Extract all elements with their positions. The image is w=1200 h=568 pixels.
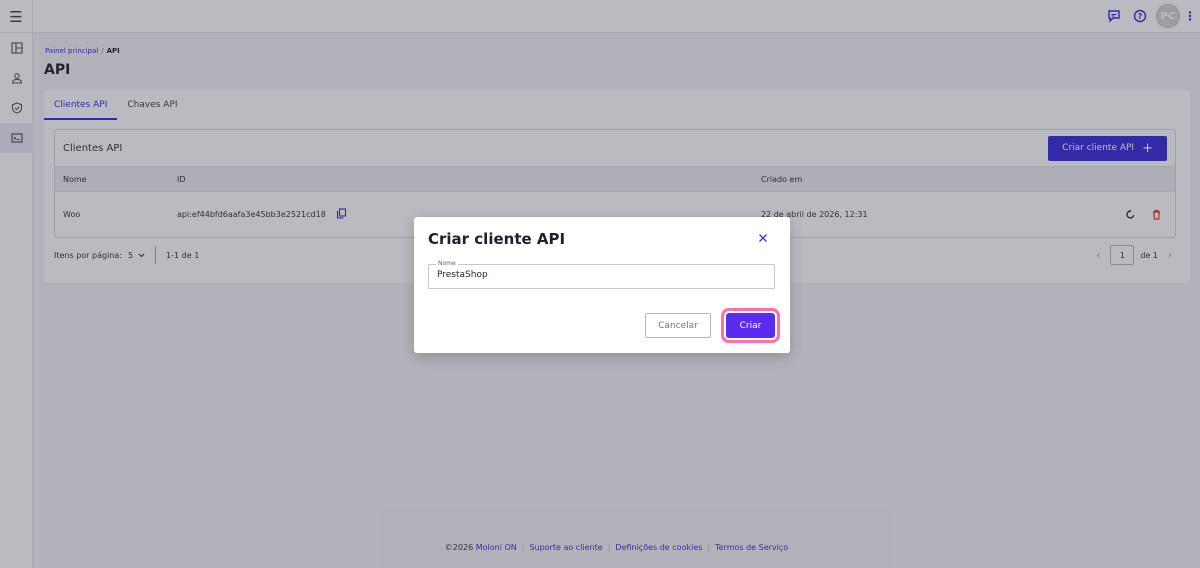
dialog-title: Criar cliente API [428,230,566,248]
name-input[interactable] [437,270,757,280]
create-client-dialog: Criar cliente API Nome Cancelar Criar [414,217,790,353]
cancel-button[interactable]: Cancelar [645,313,711,338]
create-button[interactable]: Criar [726,313,775,338]
name-field-label: Nome [436,260,458,267]
name-field: Nome [428,260,775,289]
close-icon[interactable] [756,231,770,245]
